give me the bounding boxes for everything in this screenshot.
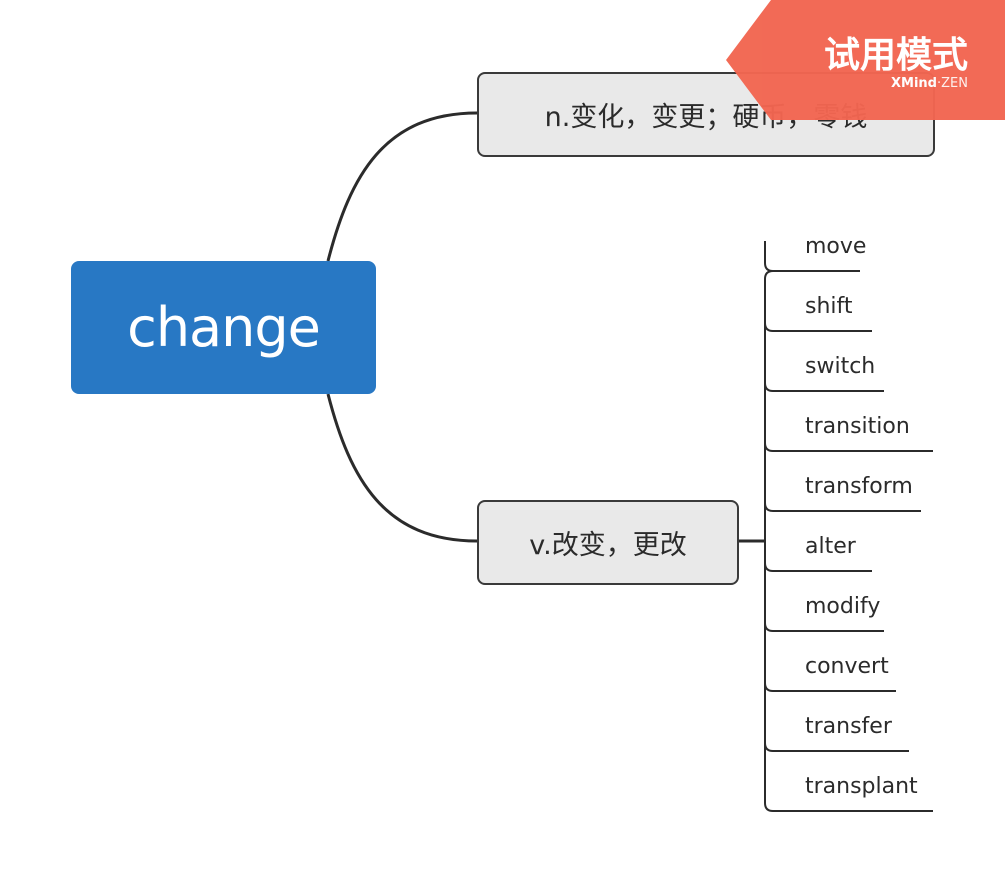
brand-suffix: ZEN bbox=[941, 76, 968, 91]
brand-name: XMind bbox=[891, 76, 937, 91]
central-topic[interactable]: change bbox=[71, 261, 376, 394]
synonym-leaf-transition[interactable]: transition bbox=[805, 412, 910, 442]
xmind-zen-logo: XMind·ZEN bbox=[891, 76, 968, 91]
branch-verb-label: v.改变，更改 bbox=[529, 530, 687, 561]
synonym-leaf-move[interactable]: move bbox=[805, 232, 866, 262]
synonym-leaf-switch[interactable]: switch bbox=[805, 352, 875, 382]
branch-topic-verb[interactable]: v.改变，更改 bbox=[477, 500, 739, 585]
synonym-leaf-alter[interactable]: alter bbox=[805, 532, 856, 562]
central-topic-label: change bbox=[127, 296, 321, 359]
synonym-leaf-transform[interactable]: transform bbox=[805, 472, 913, 502]
trial-mode-title: 试用模式 bbox=[823, 35, 968, 76]
connector-root-verb bbox=[326, 393, 478, 543]
synonym-leaf-convert[interactable]: convert bbox=[805, 652, 889, 682]
trial-mode-badge[interactable]: 试用模式 XMind·ZEN bbox=[726, 0, 1005, 120]
synonym-leaf-modify[interactable]: modify bbox=[805, 592, 880, 622]
connector-root-noun bbox=[326, 111, 478, 262]
synonym-leaf-transfer[interactable]: transfer bbox=[805, 712, 892, 742]
synonym-trunk bbox=[764, 270, 774, 803]
synonym-leaf-shift[interactable]: shift bbox=[805, 292, 853, 322]
synonym-leaf-transplant[interactable]: transplant bbox=[805, 772, 918, 802]
